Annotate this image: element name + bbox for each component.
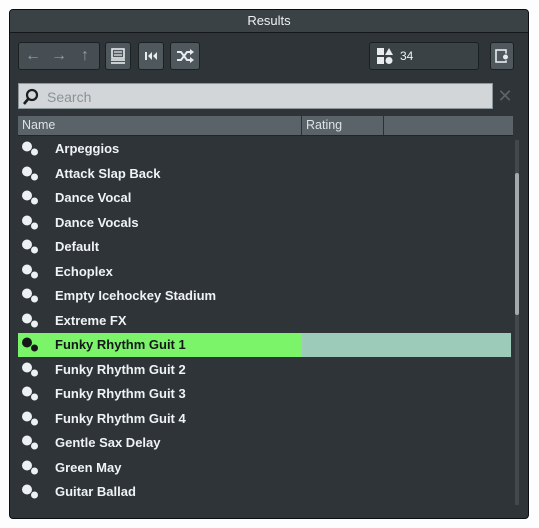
search-input[interactable] — [45, 86, 489, 108]
shuffle-icon — [177, 49, 194, 63]
settings-icon — [495, 49, 509, 63]
preset-icon — [22, 411, 38, 425]
list-item[interactable]: Arpeggios — [18, 137, 513, 161]
preset-icon — [22, 141, 38, 156]
list-item-label: Funky Rhythm Guit 2 — [55, 361, 186, 377]
preset-icon — [22, 166, 38, 180]
list-item[interactable]: Guitar Ballad — [18, 480, 513, 504]
list-item-label: Extreme FX — [55, 312, 127, 328]
preset-icon — [22, 288, 38, 303]
search-icon — [22, 88, 39, 105]
list-item[interactable]: Funky Rhythm Guit 1 — [18, 333, 513, 357]
skip-to-start-button[interactable] — [138, 42, 164, 70]
list-item[interactable]: Funky Rhythm Guit 4 — [18, 407, 513, 431]
preset-icon — [22, 264, 38, 278]
list-item[interactable]: Default — [18, 235, 513, 259]
result-count: 34 — [400, 49, 414, 63]
folder-view-icon — [111, 48, 125, 64]
list-item-label: Dance Vocal — [55, 190, 132, 205]
column-name[interactable]: Name — [18, 116, 302, 135]
list-item-label: Green May — [55, 459, 122, 475]
preset-icon — [22, 460, 38, 474]
preset-icon — [22, 337, 38, 352]
settings-button[interactable] — [490, 42, 514, 70]
list-item-label: Funky Rhythm Guit 1 — [55, 337, 186, 352]
list-item-label: Empty Icehockey Stadium — [55, 288, 217, 303]
folder-view-button[interactable] — [105, 42, 131, 70]
skip-to-start-icon — [145, 52, 157, 60]
preset-icon — [22, 484, 38, 499]
preset-icon — [22, 362, 38, 376]
preset-icon — [22, 215, 38, 229]
list-item-label: Attack Slap Back — [55, 165, 161, 181]
column-extra[interactable] — [384, 116, 513, 135]
preset-icon — [22, 435, 38, 450]
arrow-up-icon[interactable]: ↑ — [72, 43, 98, 69]
list-item[interactable]: Dance Vocals — [18, 211, 513, 235]
list-item-label: Funky Rhythm Guit 3 — [55, 386, 186, 401]
list-item[interactable]: Extreme FX — [18, 309, 513, 333]
shuffle-button[interactable] — [170, 42, 200, 70]
list-item[interactable]: Echoplex — [18, 260, 513, 284]
close-icon[interactable]: ✕ — [495, 85, 515, 107]
scrollbar-thumb[interactable] — [515, 173, 519, 315]
arrow-right-icon[interactable]: → — [46, 43, 72, 69]
window-title: Results — [10, 10, 528, 33]
list-item-label: Echoplex — [55, 263, 113, 279]
list-item[interactable]: Green May — [18, 456, 513, 480]
arrow-left-icon[interactable]: ← — [20, 43, 46, 69]
shapes-icon — [377, 48, 393, 64]
list-item[interactable]: Attack Slap Back — [18, 162, 513, 186]
preset-icon — [22, 386, 38, 401]
list-item[interactable]: Funky Rhythm Guit 3 — [18, 382, 513, 406]
preset-icon — [22, 190, 38, 205]
selection-highlight-rating — [302, 333, 511, 357]
list-item[interactable]: Dance Vocal — [18, 186, 513, 210]
list-item-label: Guitar Ballad — [55, 484, 136, 499]
results-list: Arpeggios Attack Slap Back Dance Vocal Danc… — [18, 136, 513, 510]
column-rating[interactable]: Rating — [302, 116, 384, 135]
preset-icon — [22, 239, 38, 254]
list-item[interactable]: Gentle Sax Delay — [18, 431, 513, 455]
preset-icon — [22, 313, 38, 327]
list-item[interactable]: Funky Rhythm Guit 2 — [18, 358, 513, 382]
list-item[interactable]: Empty Icehockey Stadium — [18, 284, 513, 308]
list-item-label: Dance Vocals — [55, 214, 139, 230]
list-item-label: Default — [55, 239, 100, 254]
column-header: Name Rating — [18, 116, 513, 136]
list-item-label: Gentle Sax Delay — [55, 435, 161, 450]
navigation-group: ← → ↑ — [18, 42, 100, 70]
search-field — [18, 83, 493, 109]
list-item-label: Arpeggios — [55, 141, 120, 156]
list-item-label: Funky Rhythm Guit 4 — [55, 410, 186, 426]
result-count-display[interactable]: 34 — [369, 42, 479, 70]
